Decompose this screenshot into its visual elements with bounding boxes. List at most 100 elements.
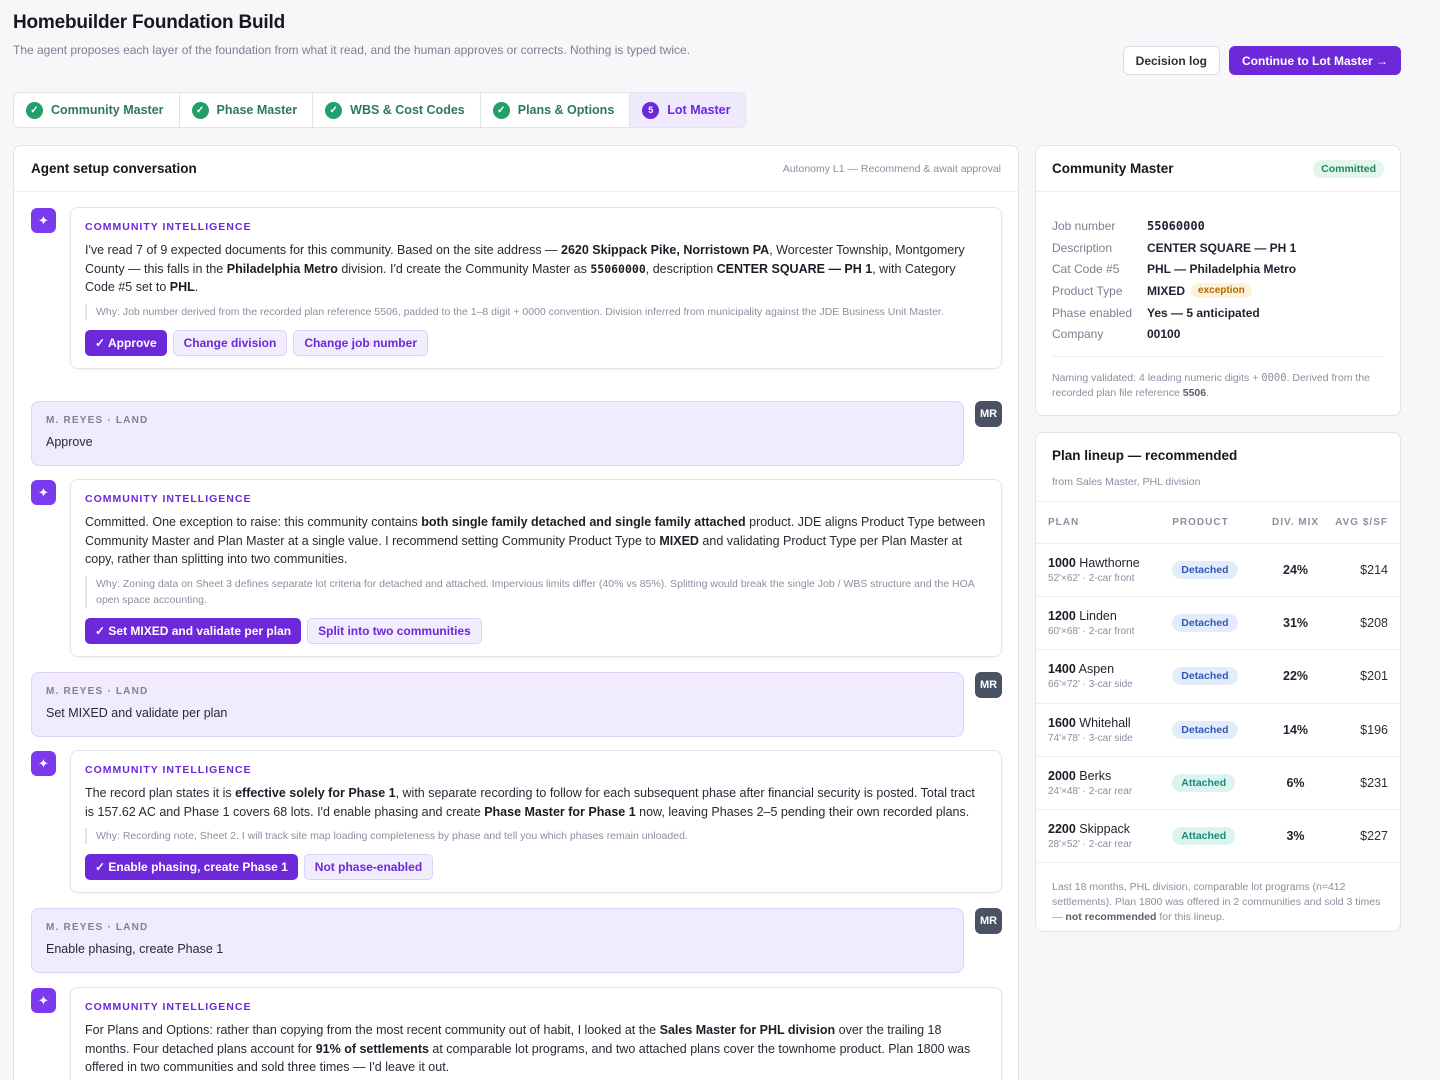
- field-value: MIXED exception: [1147, 283, 1252, 299]
- division-mix: 14%: [1283, 722, 1309, 737]
- product-tag: Attached: [1172, 773, 1236, 792]
- human-message: M. REYES · LAND Enable phasing, create P…: [31, 908, 964, 973]
- plan-name: 1000 Hawthorne: [1048, 556, 1140, 571]
- field-value: Yes — 5 anticipated: [1147, 305, 1260, 320]
- product-tag: Attached: [1172, 827, 1236, 846]
- field-label: Job number: [1052, 218, 1116, 233]
- conversation-header: Agent setup conversation Autonomy L1 — R…: [14, 146, 1018, 192]
- tab-label: Community Master: [51, 103, 164, 117]
- human-name: M. REYES · LAND: [46, 922, 149, 933]
- tab-label: Plans & Options: [517, 103, 615, 117]
- product-tag: Detached: [1172, 720, 1238, 739]
- split-communities-button[interactable]: Split into two communities: [307, 618, 482, 645]
- agent-message: COMMUNITY INTELLIGENCE I've read 7 of 9 …: [70, 207, 1002, 370]
- plan-dimensions: 52'×62' · 2-car front: [1048, 573, 1135, 585]
- field-value: PHL — Philadelphia Metro: [1147, 262, 1297, 277]
- message-actions: ✓ Approve Change division Change job num…: [85, 330, 987, 357]
- tab-wbs-cost-codes[interactable]: ✓ WBS & Cost Codes: [313, 93, 481, 127]
- check-icon: ✓: [26, 101, 43, 119]
- division-mix: 31%: [1283, 616, 1309, 631]
- field-list: Job number 55060000 Description CENTER S…: [1036, 192, 1400, 345]
- field-label: Company: [1052, 327, 1104, 342]
- table-row[interactable]: 1400 Aspen 66'×72' · 3-car side Detached …: [1036, 650, 1400, 704]
- avg-price-per-sf: $208: [1360, 616, 1388, 631]
- tab-phase-master[interactable]: ✓ Phase Master: [180, 93, 314, 127]
- page-header: Homebuilder Foundation Build The agent p…: [13, 12, 713, 59]
- human-message: M. REYES · LAND Approve: [31, 401, 964, 466]
- sparkle-icon: ✦: [31, 751, 56, 776]
- field-value: 55060000: [1147, 218, 1205, 233]
- card-title: Plan lineup — recommended: [1052, 448, 1238, 463]
- column-header: PLAN: [1048, 517, 1080, 528]
- continue-button[interactable]: Continue to Lot Master →: [1229, 46, 1401, 75]
- plan-lineup-card: Plan lineup — recommended from Sales Mas…: [1035, 432, 1401, 932]
- check-icon: ✓: [492, 101, 510, 119]
- tab-label: Phase Master: [216, 103, 298, 117]
- agent-message: COMMUNITY INTELLIGENCE For Plans and Opt…: [70, 987, 1002, 1080]
- human-message: M. REYES · LAND Set MIXED and validate p…: [31, 672, 964, 737]
- plan-dimensions: 60'×68' · 2-car front: [1048, 626, 1135, 638]
- table-row[interactable]: 2200 Skippack 28'×52' · 2-car rear Attach…: [1036, 810, 1400, 864]
- division-mix: 24%: [1283, 563, 1309, 578]
- agent-label: COMMUNITY INTELLIGENCE: [85, 493, 252, 505]
- table-row[interactable]: 2000 Berks 24'×48' · 2-car rear Attached …: [1036, 757, 1400, 810]
- tab-lot-master[interactable]: 5 Lot Master: [630, 93, 746, 127]
- community-master-card: Community Master Committed Job number 55…: [1035, 145, 1401, 416]
- avg-price-per-sf: $201: [1360, 669, 1388, 684]
- plan-name: 1600 Whitehall: [1048, 715, 1131, 730]
- agent-label: COMMUNITY INTELLIGENCE: [85, 1001, 252, 1013]
- avg-price-per-sf: $214: [1360, 563, 1388, 578]
- agent-message-text: I've read 7 of 9 expected documents for …: [85, 243, 965, 295]
- tab-label: Lot Master: [667, 103, 731, 117]
- division-mix: 22%: [1283, 669, 1309, 684]
- agent-label: COMMUNITY INTELLIGENCE: [85, 221, 252, 233]
- plan-dimensions: 66'×72' · 3-car side: [1048, 679, 1133, 691]
- enable-phasing-button[interactable]: ✓ Enable phasing, create Phase 1: [85, 854, 298, 881]
- rationale-note: Why: Job number derived from the recorde…: [85, 304, 987, 321]
- human-name: M. REYES · LAND: [46, 686, 149, 697]
- field-label: Cat Code #5: [1052, 262, 1120, 277]
- column-header: PRODUCT: [1172, 517, 1229, 528]
- agent-label: COMMUNITY INTELLIGENCE: [85, 764, 252, 776]
- avatar: MR: [975, 401, 1002, 427]
- human-message-text: Set MIXED and validate per plan: [46, 706, 228, 720]
- change-job-number-button[interactable]: Change job number: [293, 330, 428, 357]
- agent-message: COMMUNITY INTELLIGENCE Committed. One ex…: [70, 479, 1002, 658]
- card-title: Community Master: [1052, 161, 1174, 176]
- exception-badge: exception: [1191, 283, 1252, 299]
- autonomy-level: Autonomy L1 — Recommend & await approval: [782, 162, 1001, 175]
- sparkle-icon: ✦: [31, 208, 56, 233]
- human-name: M. REYES · LAND: [46, 415, 149, 426]
- change-division-button[interactable]: Change division: [172, 330, 288, 357]
- tab-plans-options[interactable]: ✓ Plans & Options: [481, 93, 631, 127]
- approve-button[interactable]: ✓ Approve: [85, 330, 167, 357]
- plan-dimensions: 24'×48' · 2-car rear: [1048, 785, 1133, 797]
- field-row: Phase enabled Yes — 5 anticipated: [1052, 302, 1384, 324]
- plan-name: 2200 Skippack: [1048, 822, 1131, 837]
- set-mixed-button[interactable]: ✓ Set MIXED and validate per plan: [85, 618, 302, 645]
- conversation-title: Agent setup conversation: [31, 161, 197, 176]
- check-icon: ✓: [325, 101, 343, 119]
- plan-name: 2000 Berks: [1048, 768, 1112, 783]
- agent-message-text: The record plan states it is effective s…: [85, 786, 975, 819]
- plan-dimensions: 28'×52' · 2-car rear: [1048, 839, 1133, 851]
- avatar: MR: [975, 672, 1002, 698]
- avg-price-per-sf: $196: [1360, 722, 1388, 737]
- field-row: Company 00100: [1052, 323, 1384, 345]
- not-phase-enabled-button[interactable]: Not phase-enabled: [303, 854, 434, 881]
- page-subtitle: The agent proposes each layer of the fou…: [13, 43, 691, 57]
- rationale-note: Why: Recording note, Sheet 2. I will tra…: [85, 828, 987, 845]
- table-row[interactable]: 1000 Hawthorne 52'×62' · 2-car front Deta…: [1036, 544, 1400, 598]
- product-tag: Detached: [1172, 667, 1238, 686]
- table-row[interactable]: 1600 Whitehall 74'×78' · 3-car side Detac…: [1036, 704, 1400, 757]
- field-label: Product Type: [1052, 283, 1123, 298]
- tab-community-master[interactable]: ✓ Community Master: [14, 93, 180, 127]
- stepper-tabs: ✓ Community Master ✓ Phase Master ✓ WBS …: [13, 92, 747, 128]
- human-message-text: Approve: [46, 435, 93, 449]
- step-number: 5: [642, 101, 660, 119]
- plan-name: 1400 Aspen: [1048, 662, 1115, 677]
- header-actions: Decision log Continue to Lot Master →: [1122, 46, 1401, 75]
- product-tag: Detached: [1172, 614, 1238, 633]
- decision-log-button[interactable]: Decision log: [1122, 46, 1220, 75]
- table-row[interactable]: 1200 Linden 60'×68' · 2-car front Detache…: [1036, 597, 1400, 651]
